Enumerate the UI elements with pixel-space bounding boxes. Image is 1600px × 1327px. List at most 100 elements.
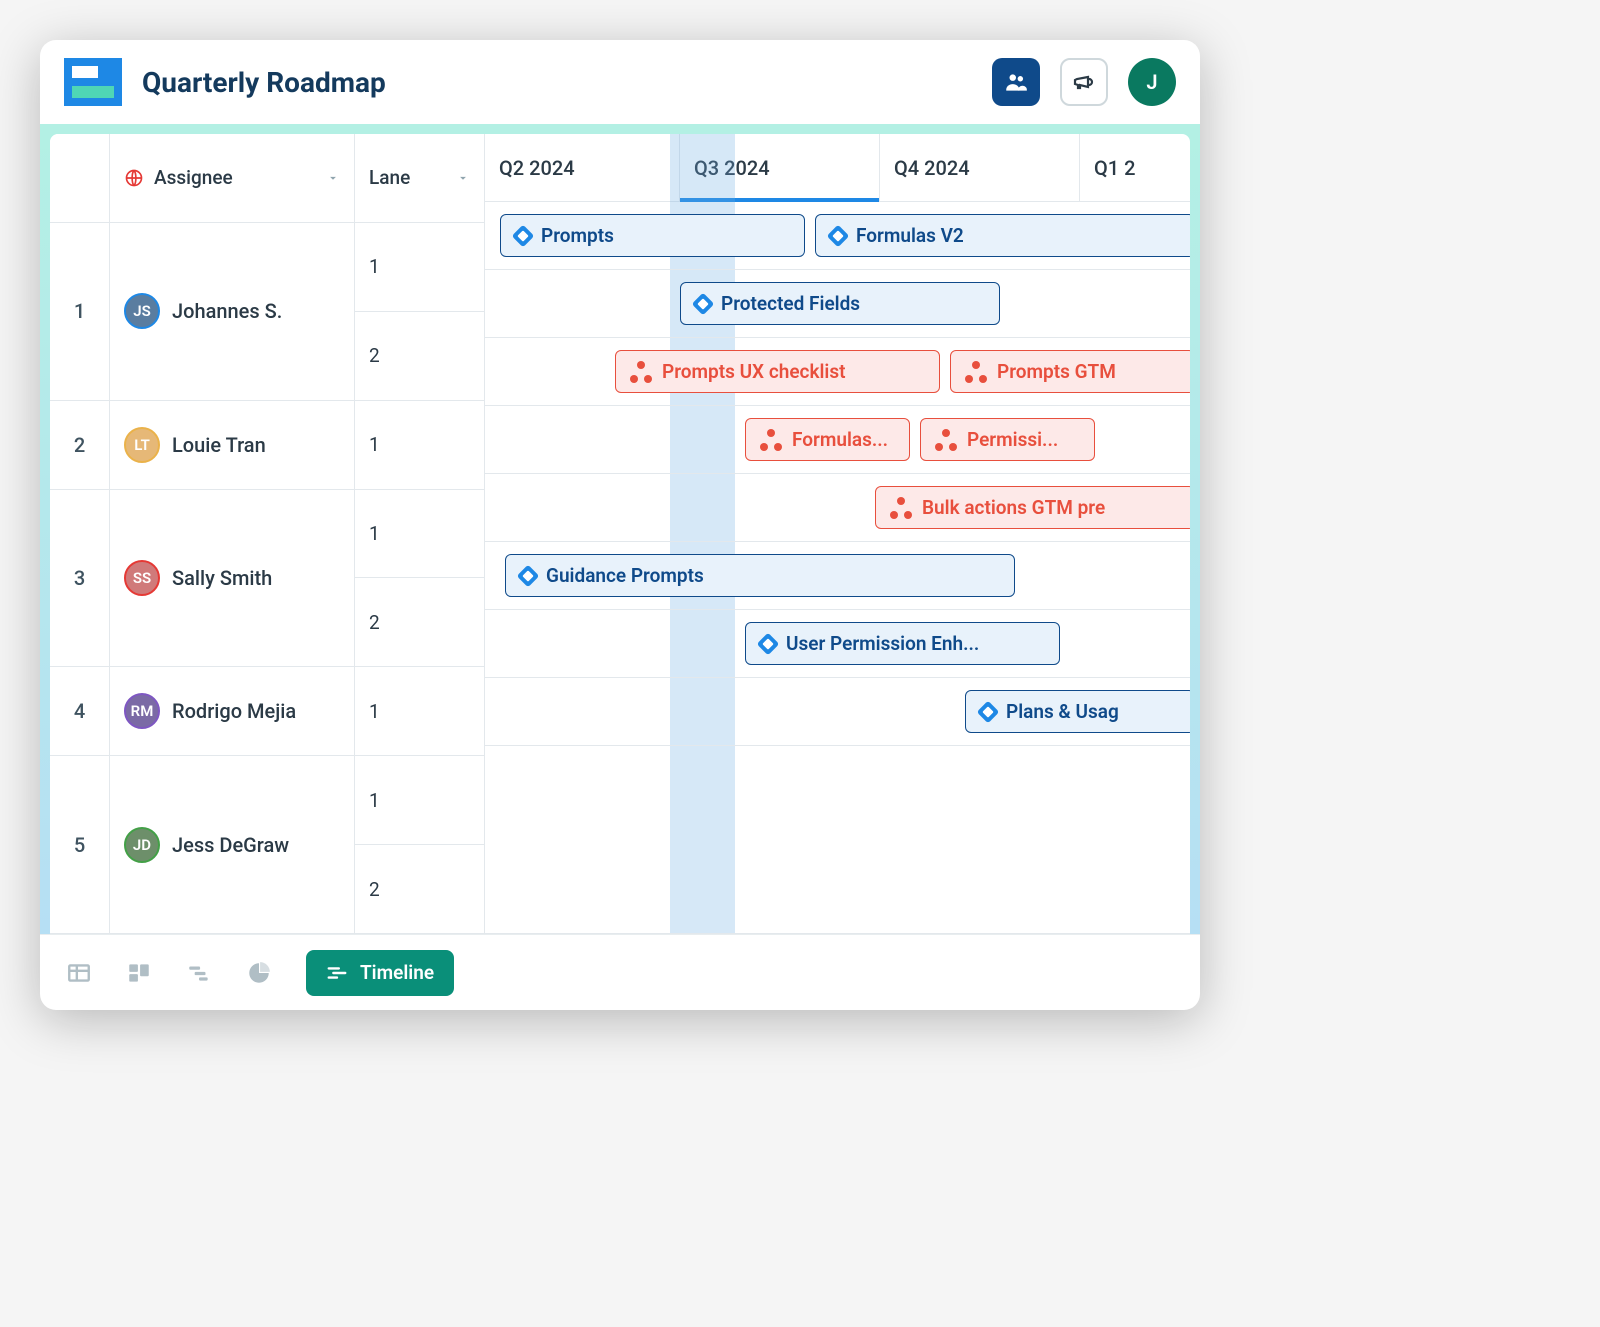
cluster-icon: [630, 361, 652, 383]
share-button[interactable]: [992, 58, 1040, 106]
lane-cell[interactable]: 1: [355, 401, 485, 490]
bar-label: Guidance Prompts: [546, 564, 704, 587]
bar-label: Bulk actions GTM pre: [922, 496, 1105, 519]
assignee-name: Johannes S.: [172, 299, 282, 323]
cluster-icon: [890, 497, 912, 519]
lane-header[interactable]: Lane: [355, 134, 485, 223]
timeline-bar[interactable]: Permissi...: [920, 418, 1095, 461]
lane-cell[interactable]: 2: [355, 312, 485, 401]
quarter-Q4-2024[interactable]: Q4 2024: [880, 134, 1080, 201]
timeline-bar[interactable]: Guidance Prompts: [505, 554, 1015, 597]
assignee-name: Louie Tran: [172, 433, 266, 457]
timeline-icon: [326, 962, 348, 984]
assignee-cell[interactable]: JS Johannes S.: [110, 223, 355, 401]
bar-label: Formulas V2: [856, 224, 964, 247]
bar-label: Permissi...: [967, 428, 1058, 451]
timeline-label: Timeline: [360, 961, 434, 984]
bottombar: Timeline: [40, 934, 1200, 1010]
bar-label: Plans & Usag: [1006, 700, 1119, 723]
timeline-row: Guidance Prompts: [485, 542, 1190, 610]
cluster-icon: [760, 429, 782, 451]
view-board-icon[interactable]: [126, 960, 152, 986]
app-window: Quarterly Roadmap J Assignee Lane Q2 202…: [40, 40, 1200, 1010]
timeline-bar[interactable]: Prompts: [500, 214, 805, 257]
rownum: 2: [50, 401, 110, 490]
bar-label: Formulas...: [792, 428, 888, 451]
person-avatar: JS: [124, 293, 160, 329]
lane-cell[interactable]: 1: [355, 490, 485, 579]
view-timeline-button[interactable]: Timeline: [306, 950, 454, 996]
lane-cell[interactable]: 2: [355, 845, 485, 934]
timeline-row: Plans & Usag: [485, 678, 1190, 746]
assignee-name: Rodrigo Mejia: [172, 699, 296, 723]
bar-label: Prompts GTM: [997, 360, 1116, 383]
assignee-header[interactable]: Assignee: [110, 134, 355, 223]
user-avatar[interactable]: J: [1128, 58, 1176, 106]
person-avatar: RM: [124, 693, 160, 729]
rownum: 3: [50, 490, 110, 668]
topbar: Quarterly Roadmap J: [40, 40, 1200, 124]
megaphone-icon: [1072, 70, 1096, 94]
rownum: 5: [50, 756, 110, 934]
timeline-bar[interactable]: Protected Fields: [680, 282, 1000, 325]
diamond-icon: [517, 564, 540, 587]
lane-cell[interactable]: 1: [355, 756, 485, 845]
person-avatar: JD: [124, 827, 160, 863]
diamond-icon: [757, 632, 780, 655]
quarter-Q1-2[interactable]: Q1 2: [1080, 134, 1190, 201]
assignee-label: Assignee: [154, 166, 233, 189]
person-avatar: LT: [124, 427, 160, 463]
assignee-cell[interactable]: SS Sally Smith: [110, 490, 355, 668]
assignee-cell[interactable]: RM Rodrigo Mejia: [110, 667, 355, 756]
view-gantt-icon[interactable]: [186, 960, 212, 986]
timeline-header: Q2 2024Q3 2024Q4 2024Q1 2: [485, 134, 1190, 202]
lane-label: Lane: [369, 166, 410, 189]
diamond-icon: [692, 292, 715, 315]
view-chart-icon[interactable]: [246, 960, 272, 986]
lane-cell[interactable]: 1: [355, 223, 485, 312]
timeline-row: Protected Fields: [485, 270, 1190, 338]
view-table-icon[interactable]: [66, 960, 92, 986]
page-title: Quarterly Roadmap: [142, 66, 386, 99]
diamond-icon: [827, 224, 850, 247]
sheet: Assignee Lane Q2 2024Q3 2024Q4 2024Q1 2P…: [50, 134, 1190, 934]
assignee-cell[interactable]: JD Jess DeGraw: [110, 756, 355, 934]
timeline-bar[interactable]: User Permission Enh...: [745, 622, 1060, 665]
avatar-initial: J: [1146, 70, 1157, 94]
timeline-row: Bulk actions GTM pre: [485, 474, 1190, 542]
person-avatar: SS: [124, 560, 160, 596]
bar-label: Prompts: [541, 224, 614, 247]
timeline-bar[interactable]: Prompts UX checklist: [615, 350, 940, 393]
rownum-header: [50, 134, 110, 223]
app-logo[interactable]: [64, 58, 122, 106]
timeline-row: Prompts Formulas V2: [485, 202, 1190, 270]
timeline-rows: Prompts Formulas V2 Protected Fields Prompt…: [485, 202, 1190, 746]
lane-cell[interactable]: 1: [355, 667, 485, 756]
rownum: 1: [50, 223, 110, 401]
assignee-name: Sally Smith: [172, 566, 272, 590]
timeline-bar[interactable]: Bulk actions GTM pre: [875, 486, 1190, 529]
timeline-bar[interactable]: Formulas V2: [815, 214, 1190, 257]
timeline-bar[interactable]: Formulas...: [745, 418, 910, 461]
bar-label: User Permission Enh...: [786, 632, 979, 655]
announce-button[interactable]: [1060, 58, 1108, 106]
timeline[interactable]: Q2 2024Q3 2024Q4 2024Q1 2 Prompts Formulas…: [485, 134, 1190, 934]
timeline-row: Formulas... Permissi...: [485, 406, 1190, 474]
people-icon: [1003, 69, 1029, 95]
timeline-row: User Permission Enh...: [485, 610, 1190, 678]
chevron-down-icon: [326, 171, 340, 185]
cluster-icon: [935, 429, 957, 451]
timeline-row: Prompts UX checklist Prompts GTM: [485, 338, 1190, 406]
timeline-bar[interactable]: Prompts GTM: [950, 350, 1190, 393]
timeline-bar[interactable]: Plans & Usag: [965, 690, 1190, 733]
assignee-name: Jess DeGraw: [172, 833, 289, 857]
cluster-icon: [965, 361, 987, 383]
bar-label: Protected Fields: [721, 292, 860, 315]
diamond-icon: [977, 700, 1000, 723]
rownum: 4: [50, 667, 110, 756]
chevron-down-icon: [456, 171, 470, 185]
sheet-area: Assignee Lane Q2 2024Q3 2024Q4 2024Q1 2P…: [40, 124, 1200, 934]
assignee-cell[interactable]: LT Louie Tran: [110, 401, 355, 490]
lane-cell[interactable]: 2: [355, 578, 485, 667]
quarter-Q2-2024[interactable]: Q2 2024: [485, 134, 680, 201]
